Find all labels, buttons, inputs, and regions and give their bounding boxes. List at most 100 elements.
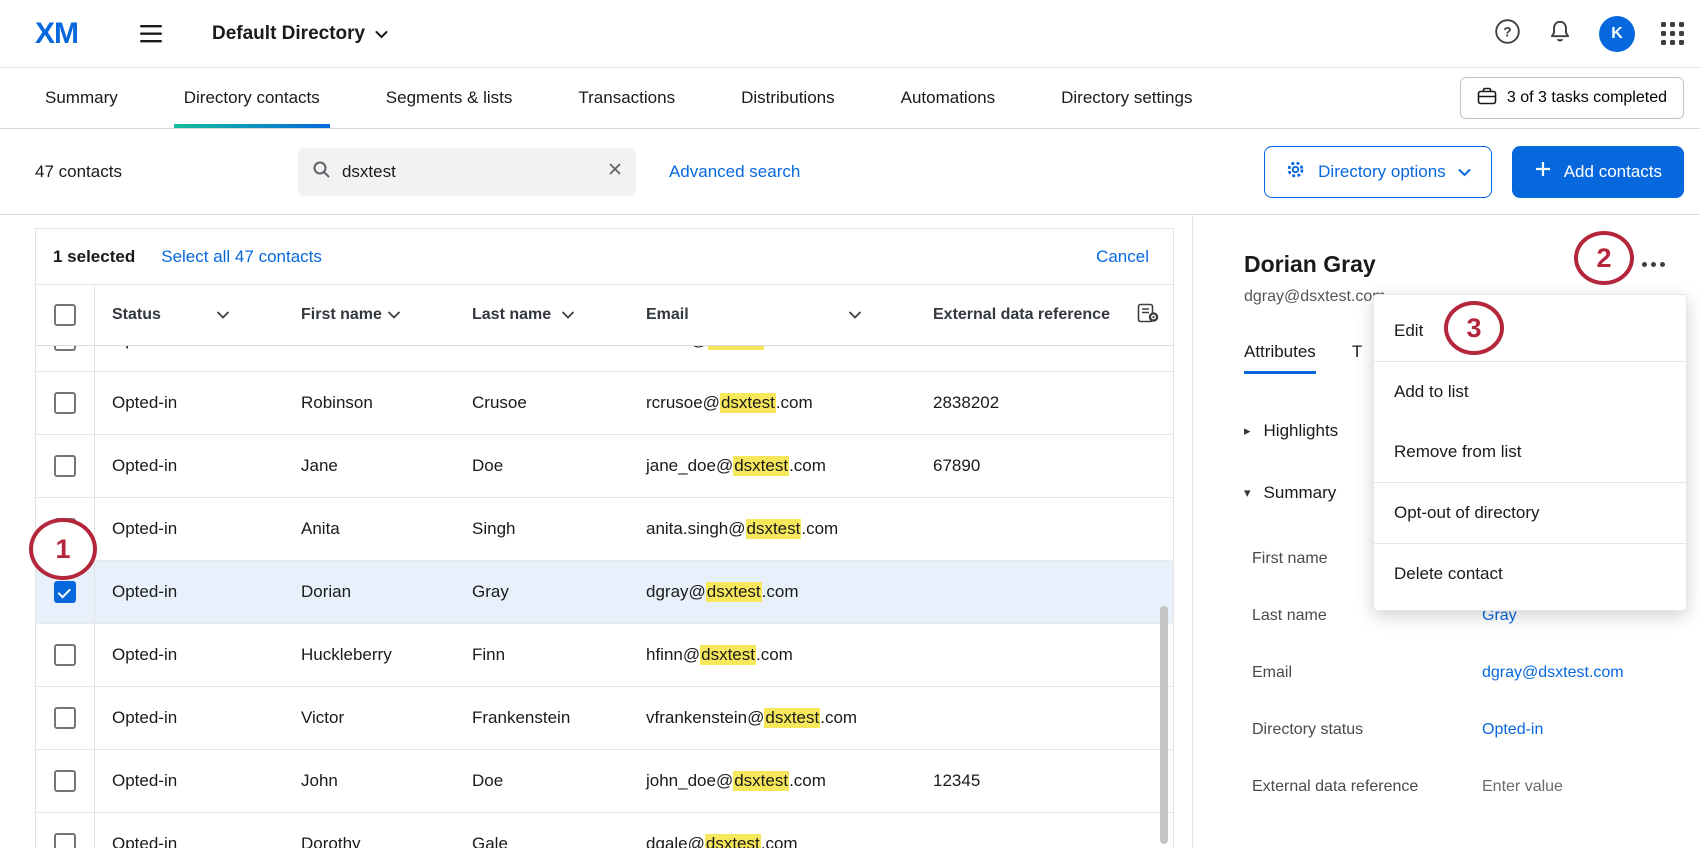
selection-bar: 1 selected Select all 47 contacts Cancel — [36, 229, 1173, 285]
header-email[interactable]: Email — [629, 285, 916, 345]
field-external-data-reference: External data reference Enter value — [1252, 758, 1700, 815]
cell-last-name: Frankenstein — [455, 687, 629, 749]
cell-last-name: Finn — [455, 624, 629, 686]
chevron-down-icon[interactable] — [562, 311, 574, 319]
cell-email: john_doe@dsxtest.com — [629, 750, 916, 812]
select-all-checkbox[interactable] — [54, 304, 76, 326]
notifications-icon[interactable] — [1547, 18, 1573, 49]
menu-item-remove-from-list[interactable]: Remove from list — [1374, 422, 1686, 482]
table-row[interactable]: Opted-in Victor Frankenstein vfrankenste… — [36, 687, 1173, 750]
cell-status: Opted-in — [95, 346, 284, 371]
triangle-right-icon: ▸ — [1244, 423, 1251, 439]
top-bar: XM Default Directory ? K — [0, 0, 1700, 68]
row-checkbox[interactable] — [54, 770, 76, 792]
cell-external-ref — [916, 687, 1173, 749]
tab-distributions[interactable]: Distributions — [731, 68, 845, 128]
contact-name: Dorian Gray — [1244, 251, 1376, 278]
plus-icon — [1534, 160, 1552, 183]
row-checkbox[interactable] — [54, 346, 76, 351]
user-avatar[interactable]: K — [1599, 16, 1635, 52]
cell-email: aliceb@dsxtest.com — [629, 346, 916, 371]
cell-status: Opted-in — [95, 687, 284, 749]
header-status[interactable]: Status — [95, 285, 284, 345]
select-all-link[interactable]: Select all 47 contacts — [161, 247, 322, 267]
chevron-down-icon[interactable] — [217, 311, 229, 319]
cancel-selection-link[interactable]: Cancel — [1096, 247, 1149, 267]
cell-email: anita.singh@dsxtest.com — [629, 498, 916, 560]
cell-last-name: Gray — [455, 561, 629, 623]
help-icon[interactable]: ? — [1494, 18, 1521, 50]
chevron-down-icon[interactable] — [849, 311, 861, 319]
cell-first-name: Victor — [284, 687, 455, 749]
tasks-completed-button[interactable]: 3 of 3 tasks completed — [1460, 77, 1684, 119]
search-highlight: dsxtest — [733, 456, 789, 476]
table-row[interactable]: Opted-in Robinson Crusoe rcrusoe@dsxtest… — [36, 372, 1173, 435]
tab-segments-lists[interactable]: Segments & lists — [376, 68, 523, 128]
cell-external-ref — [916, 498, 1173, 560]
more-options-icon[interactable] — [1636, 256, 1671, 273]
tab-transactions[interactable]: Transactions — [568, 68, 685, 128]
table-row[interactable]: Opted-in Huckleberry Finn hfinn@dsxtest.… — [36, 624, 1173, 687]
tab-directory-contacts[interactable]: Directory contacts — [174, 68, 330, 128]
menu-item-edit[interactable]: Edit — [1374, 301, 1686, 361]
field-email: Email dgray@dsxtest.com — [1252, 644, 1700, 701]
cell-first-name: Anita — [284, 498, 455, 560]
directory-options-button[interactable]: Directory options — [1264, 146, 1492, 198]
cell-status: Opted-in — [95, 561, 284, 623]
selected-count: 1 selected — [53, 247, 135, 267]
cell-status: Opted-in — [95, 624, 284, 686]
header-checkbox-cell — [36, 285, 95, 345]
table-scrollbar-thumb[interactable] — [1160, 606, 1168, 844]
tab-summary[interactable]: Summary — [35, 68, 128, 128]
row-checkbox[interactable] — [54, 644, 76, 666]
menu-item-add-to-list[interactable]: Add to list — [1374, 362, 1686, 422]
advanced-search-link[interactable]: Advanced search — [669, 162, 800, 182]
table-row-selected[interactable]: Opted-in Dorian Gray dgray@dsxtest.com — [36, 561, 1173, 624]
cell-email: dgale@dsxtest.com — [629, 813, 916, 848]
menu-item-delete-contact[interactable]: Delete contact — [1374, 544, 1686, 604]
cell-external-ref: 67890 — [916, 435, 1173, 497]
table-row[interactable]: Opted-in Anita Singh anita.singh@dsxtest… — [36, 498, 1173, 561]
xm-logo[interactable]: XM — [35, 17, 78, 51]
chevron-down-icon[interactable] — [388, 311, 400, 319]
search-highlight: dsxtest — [746, 519, 802, 539]
directory-selector[interactable]: Default Directory — [212, 23, 388, 45]
gear-icon — [1285, 159, 1306, 185]
table-row[interactable]: Opted-in Jane Doe jane_doe@dsxtest.com 6… — [36, 435, 1173, 498]
cell-last-name: Gale — [455, 813, 629, 848]
cell-last-name: Singh — [455, 498, 629, 560]
tab-second-partial[interactable]: T — [1352, 342, 1362, 374]
search-input[interactable] — [342, 162, 596, 182]
row-checkbox[interactable] — [54, 392, 76, 414]
cell-external-ref — [916, 624, 1173, 686]
row-checkbox[interactable] — [54, 455, 76, 477]
row-checkbox-checked[interactable] — [54, 581, 76, 603]
cell-email: rcrusoe@dsxtest.com — [629, 372, 916, 434]
add-contacts-button[interactable]: Add contacts — [1512, 146, 1684, 198]
svg-text:?: ? — [1503, 24, 1511, 39]
apps-grid-icon[interactable] — [1661, 22, 1684, 45]
tab-automations[interactable]: Automations — [891, 68, 1006, 128]
clear-search-icon[interactable] — [608, 162, 622, 181]
row-checkbox[interactable] — [54, 707, 76, 729]
chevron-down-icon — [375, 23, 388, 45]
directory-tab-bar: Summary Directory contacts Segments & li… — [0, 68, 1700, 129]
header-external-ref[interactable]: External data reference — [916, 285, 1173, 345]
header-first-name[interactable]: First name — [284, 285, 455, 345]
column-preview-icon[interactable] — [1137, 303, 1159, 328]
table-row[interactable]: Opted-in Alice Brown aliceb@dsxtest.com — [36, 346, 1173, 372]
cell-email: jane_doe@dsxtest.com — [629, 435, 916, 497]
menu-item-opt-out[interactable]: Opt-out of directory — [1374, 483, 1686, 543]
tab-directory-settings[interactable]: Directory settings — [1051, 68, 1202, 128]
table-body: Opted-in Alice Brown aliceb@dsxtest.com … — [36, 346, 1173, 848]
cell-status: Opted-in — [95, 435, 284, 497]
tab-attributes[interactable]: Attributes — [1244, 342, 1316, 374]
row-checkbox[interactable] — [54, 833, 76, 848]
search-box[interactable] — [298, 148, 636, 196]
cell-status: Opted-in — [95, 372, 284, 434]
header-last-name[interactable]: Last name — [455, 285, 629, 345]
table-row[interactable]: Opted-in John Doe john_doe@dsxtest.com 1… — [36, 750, 1173, 813]
table-row-partial[interactable]: Opted-in Dorothy Gale dgale@dsxtest.com — [36, 813, 1173, 848]
chevron-down-icon — [1458, 162, 1471, 182]
hamburger-menu-icon[interactable] — [140, 23, 164, 45]
